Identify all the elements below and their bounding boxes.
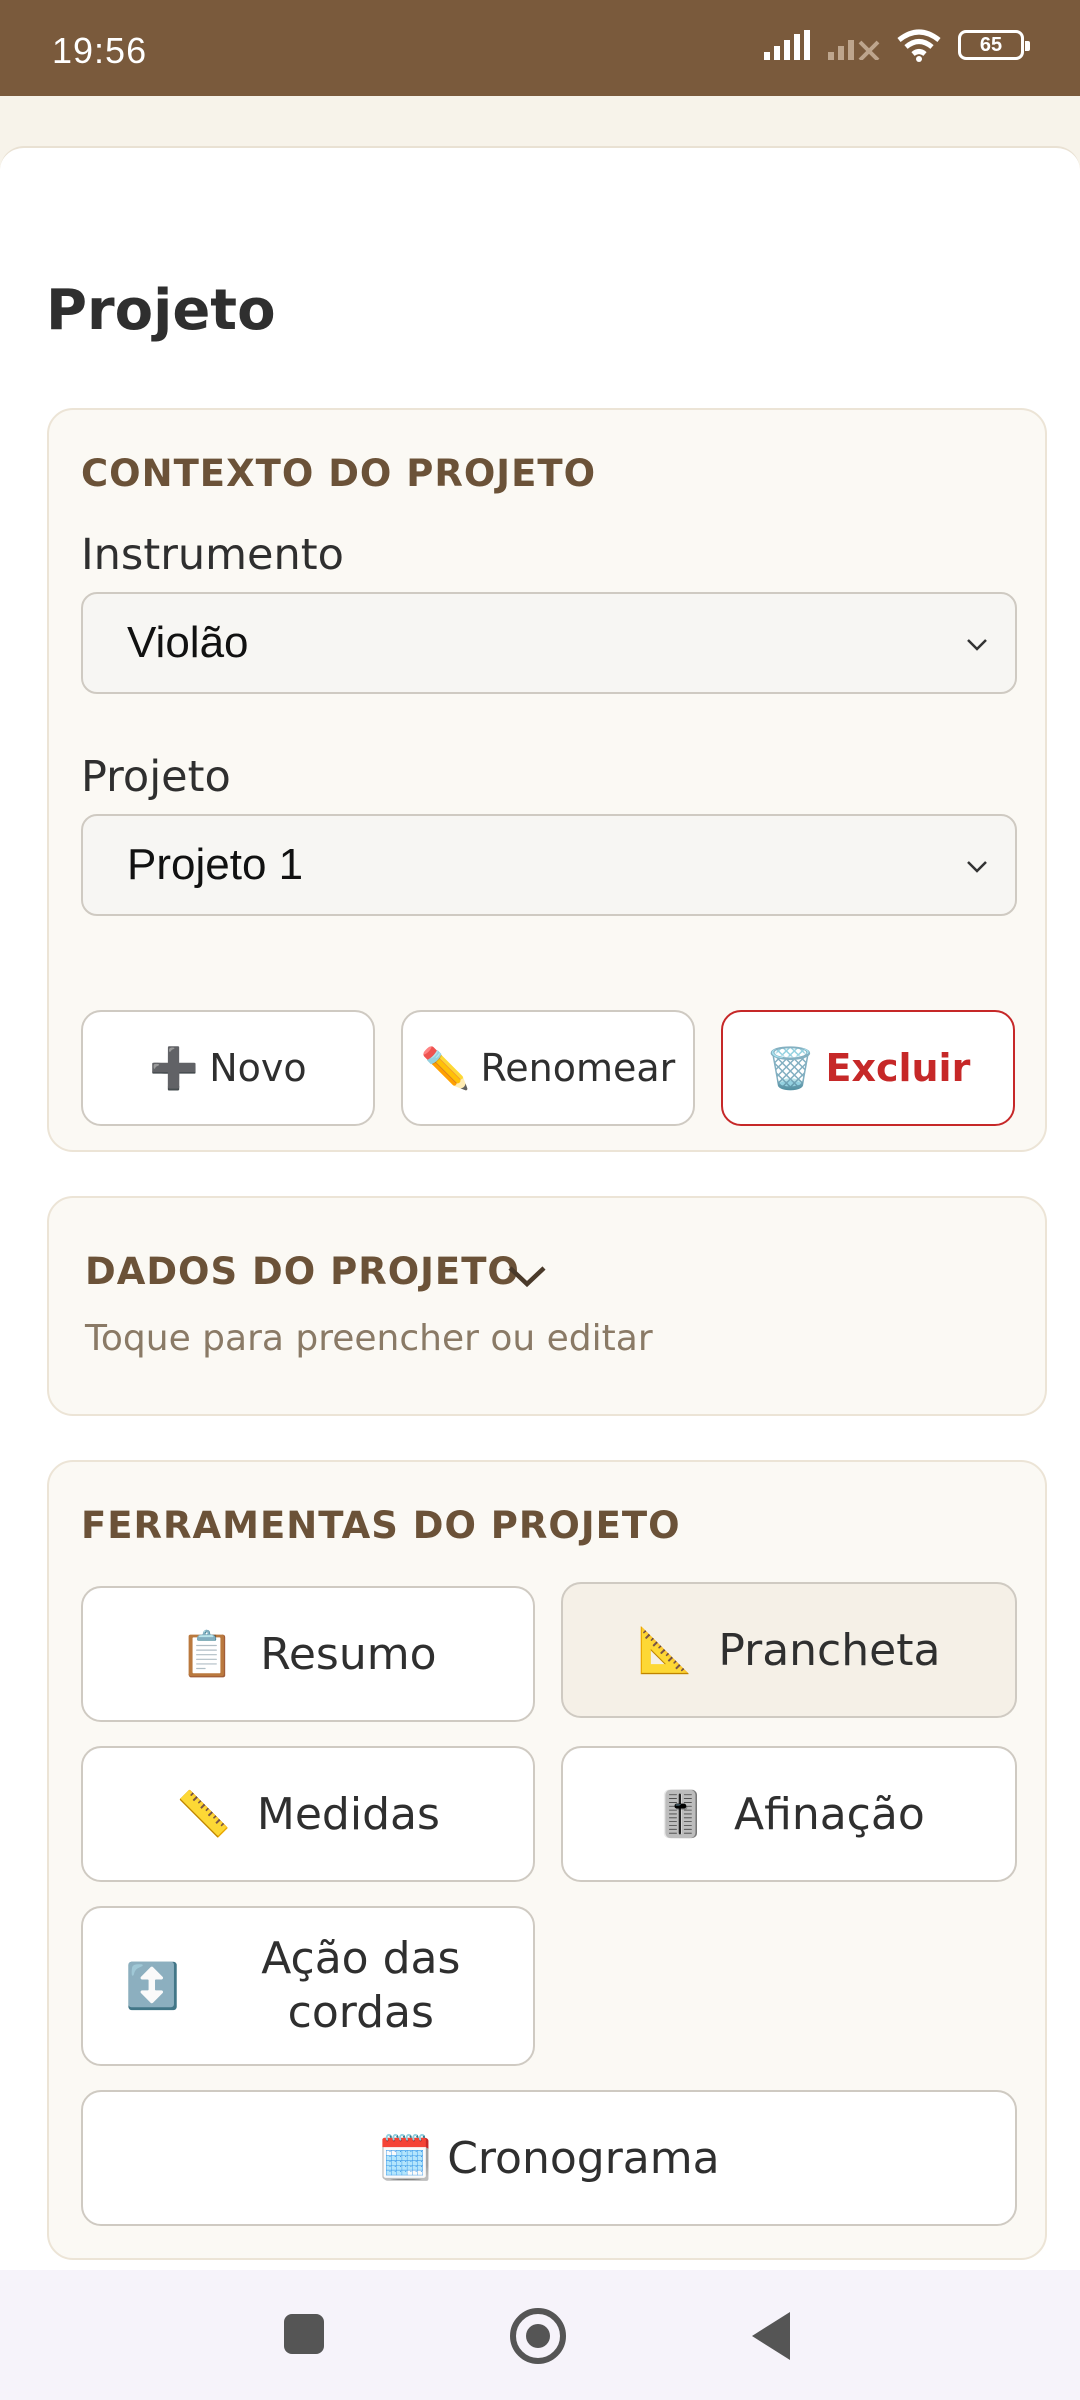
instrument-value: Violão: [127, 618, 249, 667]
up-down-arrow-icon: ↕️: [125, 1961, 180, 2012]
battery-level: 65: [979, 33, 1003, 56]
triangular-ruler-icon: 📐: [637, 1625, 693, 1676]
level-slider-icon: 🎚️: [653, 1789, 709, 1840]
chevron-down-icon: [508, 1266, 546, 1288]
delete-project-button[interactable]: 🗑️ Excluir: [721, 1010, 1015, 1126]
rename-project-button[interactable]: ✏️ Renomear: [401, 1010, 695, 1126]
calendar-icon: 🗓️: [378, 2133, 434, 2184]
new-project-button[interactable]: ➕ Novo: [81, 1010, 375, 1126]
instrument-select[interactable]: Violão: [81, 592, 1017, 694]
chevron-down-icon: [967, 861, 987, 873]
app-header-strip: [0, 96, 1080, 146]
status-time: 19:56: [52, 30, 148, 71]
battery-icon: 65: [958, 30, 1030, 60]
tool-afinacao-label: Afinação: [734, 1788, 925, 1840]
project-label: Projeto: [81, 752, 231, 802]
back-icon[interactable]: [752, 2312, 790, 2360]
chevron-down-icon: [967, 639, 987, 651]
tool-cronograma-button[interactable]: 🗓️ Cronograma: [81, 2090, 1017, 2226]
rename-project-label: Renomear: [480, 1046, 676, 1090]
tool-afinacao-button[interactable]: 🎚️ Afinação: [561, 1746, 1017, 1882]
recent-apps-icon[interactable]: [284, 2314, 324, 2354]
tool-cronograma-label: Cronograma: [447, 2132, 720, 2184]
delete-project-label: Excluir: [825, 1046, 971, 1090]
project-select[interactable]: Projeto 1: [81, 814, 1017, 916]
home-icon[interactable]: [510, 2308, 566, 2364]
project-context-card: CONTEXTO DO PROJETO Instrumento Violão P…: [47, 408, 1047, 1152]
wifi-icon: [897, 29, 941, 62]
tool-prancheta-button[interactable]: 📐 Prancheta: [561, 1582, 1017, 1718]
pencil-icon: ✏️: [420, 1045, 471, 1092]
new-project-label: Novo: [209, 1046, 307, 1090]
project-data-card[interactable]: DADOS DO PROJETO Toque para preencher ou…: [47, 1196, 1047, 1416]
signal-icon: [764, 30, 810, 60]
tool-resumo-label: Resumo: [260, 1628, 437, 1680]
tools-section-title: FERRAMENTAS DO PROJETO: [81, 1504, 681, 1547]
data-section-title: DADOS DO PROJETO: [85, 1250, 520, 1293]
context-section-title: CONTEXTO DO PROJETO: [81, 452, 597, 495]
trash-icon: 🗑️: [765, 1045, 816, 1092]
project-sheet: Projeto CONTEXTO DO PROJETO Instrumento …: [0, 146, 1080, 2270]
system-nav-bar: [0, 2270, 1080, 2400]
instrument-label: Instrumento: [81, 530, 344, 580]
tool-acao-cordas-button[interactable]: ↕️ Ação das cordas: [81, 1906, 535, 2066]
tool-resumo-button[interactable]: 📋 Resumo: [81, 1586, 535, 1722]
signal-off-icon: [828, 40, 880, 60]
tool-acao-cordas-label: Ação das cordas: [261, 1933, 461, 2038]
project-tools-card: FERRAMENTAS DO PROJETO 📋 Resumo 📐 Pranch…: [47, 1460, 1047, 2260]
status-icons: 65: [764, 28, 1030, 62]
status-bar: 19:56 65: [0, 0, 1080, 96]
page-title: Projeto: [46, 278, 276, 343]
clipboard-icon: 📋: [179, 1629, 235, 1680]
data-section-hint: Toque para preencher ou editar: [85, 1318, 653, 1359]
ruler-icon: 📏: [176, 1789, 231, 1840]
tool-prancheta-label: Prancheta: [718, 1624, 941, 1676]
project-value: Projeto 1: [127, 840, 304, 889]
tool-medidas-button[interactable]: 📏 Medidas: [81, 1746, 535, 1882]
plus-icon: ➕: [149, 1045, 200, 1092]
tool-medidas-label: Medidas: [256, 1788, 440, 1840]
